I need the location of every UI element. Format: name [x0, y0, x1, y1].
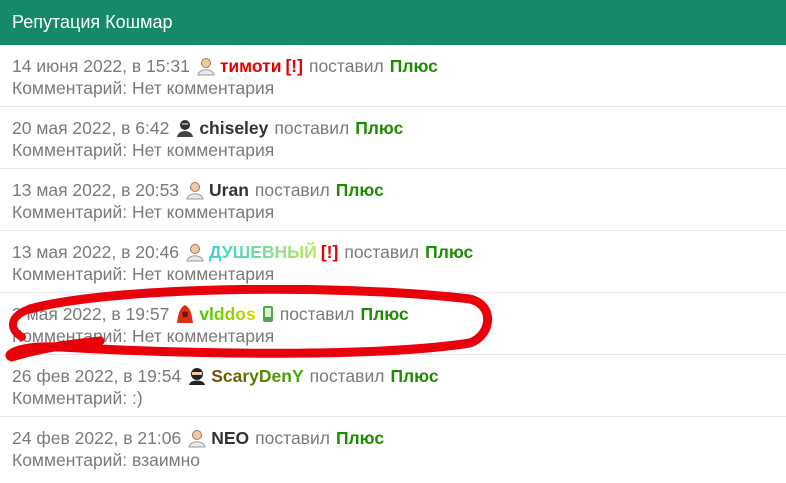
vote-value: Плюс	[360, 304, 409, 324]
comment-text: Нет комментария	[131, 264, 275, 284]
user-avatar-icon[interactable]	[187, 428, 207, 448]
action-text: поставил	[254, 180, 330, 200]
comment-label: Комментарий:	[12, 450, 128, 470]
user-avatar-icon[interactable]	[185, 180, 205, 200]
comment-label: Комментарий:	[12, 140, 128, 160]
user-avatar-icon[interactable]	[185, 242, 205, 262]
action-text: поставил	[309, 366, 385, 386]
red-hood-avatar-icon[interactable]	[175, 304, 195, 324]
phone-icon	[262, 305, 274, 323]
vote-value: Плюс	[335, 180, 384, 200]
user-link[interactable]: chiseley	[199, 117, 268, 139]
entry-date: 24 фев 2022, в 21:06	[12, 428, 182, 448]
comment-text: Нет комментария	[131, 78, 275, 98]
list-item: 26 фев 2022, в 19:54 ScaryDenY поставил …	[0, 355, 786, 417]
page-header: Репутация Кошмар	[0, 0, 786, 45]
user-link[interactable]: vlddos	[199, 303, 255, 325]
entry-date: 14 июня 2022, в 15:31	[12, 56, 190, 76]
user-link[interactable]: Uran	[209, 179, 249, 201]
entry-date: 26 фев 2022, в 19:54	[12, 366, 182, 386]
user-avatar-icon[interactable]	[196, 56, 216, 76]
comment-label: Комментарий:	[12, 326, 128, 346]
action-text: поставил	[255, 428, 330, 448]
list-item: 13 мая 2022, в 20:46 ДУШЕВНЫЙ [!] постав…	[0, 231, 786, 293]
comment-text: Нет комментария	[131, 140, 275, 160]
vote-value: Плюс	[355, 118, 404, 138]
ninja-avatar-icon[interactable]	[187, 366, 207, 386]
comment-text: :)	[131, 388, 143, 408]
vote-value: Плюс	[390, 366, 439, 386]
entry-date: 13 мая 2022, в 20:53	[12, 180, 180, 200]
entry-date: 20 мая 2022, в 6:42	[12, 118, 170, 138]
comment-label: Комментарий:	[12, 264, 128, 284]
entry-date: 13 мая 2022, в 20:46	[12, 242, 180, 262]
list-item: 20 мая 2022, в 6:42 chiseley поставил Пл…	[0, 107, 786, 169]
list-item: 14 июня 2022, в 15:31 тимоти [!] постави…	[0, 45, 786, 107]
action-text: поставил	[279, 304, 355, 324]
reputation-list: 14 июня 2022, в 15:31 тимоти [!] постави…	[0, 45, 786, 479]
vote-value: Плюс	[335, 428, 385, 448]
comment-text: взаимно	[131, 450, 201, 470]
comment-text: Нет комментария	[131, 326, 275, 346]
list-item: 24 фев 2022, в 21:06 NEO поставил Плюс К…	[0, 417, 786, 479]
action-text: поставил	[308, 56, 384, 76]
user-link[interactable]: ДУШЕВНЫЙ	[209, 241, 317, 263]
entry-date: 3 мая 2022, в 19:57	[12, 304, 170, 324]
comment-text: Нет комментария	[131, 202, 275, 222]
flag-badge: [!]	[320, 242, 339, 262]
user-link[interactable]: тимоти	[220, 55, 282, 77]
comment-label: Комментарий:	[12, 202, 128, 222]
vote-value: Плюс	[425, 242, 474, 262]
action-text: поставил	[344, 242, 420, 262]
action-text: поставил	[274, 118, 350, 138]
vote-value: Плюс	[389, 56, 438, 76]
page-title: Репутация Кошмар	[12, 12, 173, 32]
user-link[interactable]: ScaryDenY	[211, 365, 303, 387]
comment-label: Комментарий:	[12, 78, 128, 98]
dark-avatar-icon[interactable]	[175, 118, 195, 138]
comment-label: Комментарий:	[12, 388, 128, 408]
list-item: 3 мая 2022, в 19:57 vlddos поставил Плюс…	[0, 293, 786, 355]
user-link[interactable]: NEO	[211, 427, 249, 449]
list-item: 13 мая 2022, в 20:53 Uran поставил Плюс …	[0, 169, 786, 231]
flag-badge: [!]	[285, 56, 303, 76]
